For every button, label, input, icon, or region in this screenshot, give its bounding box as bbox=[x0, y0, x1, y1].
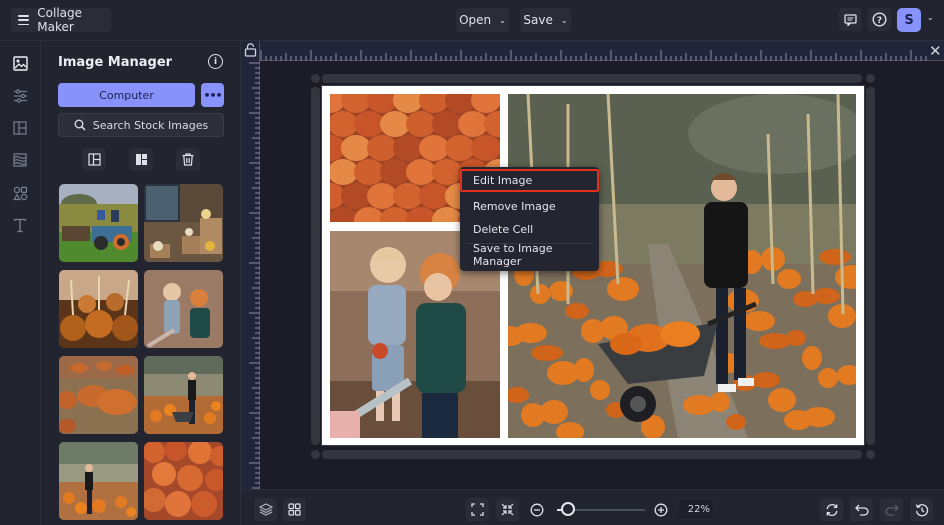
app-menu-button[interactable]: Collage Maker bbox=[11, 6, 111, 34]
search-label: Search Stock Images bbox=[92, 118, 209, 132]
svg-text:?: ? bbox=[877, 16, 882, 26]
menu-item-save-to-image-manager[interactable]: Save to Image Manager bbox=[460, 242, 599, 268]
zoom-level-field[interactable]: 22% bbox=[679, 500, 713, 518]
shrink-button[interactable] bbox=[496, 498, 519, 521]
menu-item-remove-image[interactable]: Remove Image bbox=[460, 195, 599, 218]
corner-handle[interactable] bbox=[311, 450, 320, 459]
corner-handle[interactable] bbox=[866, 450, 875, 459]
trash-icon bbox=[182, 153, 194, 166]
resize-handle-left[interactable] bbox=[311, 87, 320, 445]
history-button[interactable] bbox=[910, 498, 933, 521]
thumbnail-large-pumpkins[interactable] bbox=[59, 356, 138, 434]
sliders-icon[interactable] bbox=[11, 87, 29, 105]
resize-handle-bottom[interactable] bbox=[322, 450, 862, 459]
expand-icon bbox=[471, 503, 484, 516]
app-title: Collage Maker bbox=[37, 6, 83, 34]
autofill-button[interactable] bbox=[82, 148, 106, 171]
tool-rail bbox=[0, 41, 41, 525]
help-button[interactable]: ? bbox=[868, 8, 891, 31]
thumbnail-caramel-apples[interactable] bbox=[59, 270, 138, 348]
open-label: Open bbox=[459, 13, 492, 27]
feedback-icon bbox=[844, 13, 857, 26]
chevron-down-icon: ⌄ bbox=[499, 15, 506, 25]
help-icon: ? bbox=[872, 12, 887, 27]
undo-icon bbox=[854, 504, 869, 516]
save-button[interactable]: Save ⌄ bbox=[520, 8, 571, 32]
layout-icon[interactable] bbox=[11, 119, 29, 137]
resize-handle-right[interactable] bbox=[866, 87, 875, 445]
thumbnail-pumpkin-pile[interactable] bbox=[144, 442, 223, 520]
layout-fill-button[interactable] bbox=[129, 148, 153, 171]
zoom-out-button[interactable] bbox=[525, 498, 548, 521]
context-menu: Edit Image Remove Image Delete Cell Save… bbox=[460, 167, 599, 271]
chevron-down-icon: ⌄ bbox=[560, 15, 568, 25]
background-pattern-icon[interactable] bbox=[11, 151, 29, 169]
thumbnail-man-path[interactable] bbox=[59, 442, 138, 520]
grid-button[interactable] bbox=[283, 498, 306, 521]
redo-button[interactable] bbox=[880, 498, 903, 521]
thumbnail-wheelbarrow[interactable] bbox=[144, 356, 223, 434]
thumbnail-crates[interactable] bbox=[144, 184, 223, 262]
text-icon[interactable] bbox=[11, 216, 29, 234]
image-icon[interactable] bbox=[11, 54, 29, 72]
corner-handle[interactable] bbox=[866, 74, 875, 83]
panel-title: Image Manager bbox=[58, 55, 173, 70]
ruler-horizontal bbox=[241, 41, 944, 61]
layers-icon bbox=[258, 503, 273, 516]
collapse-icon bbox=[501, 503, 514, 516]
info-icon[interactable]: i bbox=[208, 54, 223, 69]
feedback-button[interactable] bbox=[839, 8, 862, 31]
zoom-in-icon bbox=[654, 503, 667, 516]
save-label: Save bbox=[523, 13, 553, 27]
avatar-initial: S bbox=[904, 12, 914, 28]
fit-screen-button[interactable] bbox=[466, 498, 489, 521]
redo-icon bbox=[884, 504, 899, 516]
thumbnail-tractor[interactable] bbox=[59, 184, 138, 262]
layers-button[interactable] bbox=[254, 498, 277, 521]
grid-icon bbox=[288, 503, 301, 516]
zoom-in-button[interactable] bbox=[649, 498, 672, 521]
undo-button[interactable] bbox=[850, 498, 873, 521]
zoom-out-icon bbox=[530, 503, 543, 516]
chevron-down-icon[interactable]: ⌄ bbox=[927, 13, 934, 22]
refresh-icon bbox=[826, 503, 837, 516]
shapes-icon[interactable] bbox=[11, 184, 29, 202]
search-icon bbox=[74, 119, 86, 131]
search-stock-images-button[interactable]: Search Stock Images bbox=[58, 113, 224, 137]
resize-handle-top[interactable] bbox=[322, 74, 862, 83]
thumbnail-kids[interactable] bbox=[144, 270, 223, 348]
delete-all-button[interactable] bbox=[176, 148, 200, 171]
history-icon bbox=[915, 503, 928, 516]
open-button[interactable]: Open ⌄ bbox=[456, 8, 509, 32]
corner-handle[interactable] bbox=[311, 74, 320, 83]
lock-icon[interactable] bbox=[244, 43, 257, 57]
close-icon[interactable]: ✕ bbox=[929, 42, 942, 60]
autofill-icon bbox=[87, 153, 101, 166]
ruler-vertical bbox=[241, 41, 260, 489]
swap-button[interactable] bbox=[820, 498, 843, 521]
menu-item-edit-image[interactable]: Edit Image bbox=[460, 169, 599, 192]
menu-item-delete-cell[interactable]: Delete Cell bbox=[460, 218, 599, 241]
upload-computer-button[interactable]: Computer bbox=[58, 83, 195, 107]
avatar[interactable]: S bbox=[897, 8, 921, 32]
more-options-button[interactable]: ••• bbox=[201, 83, 224, 107]
zoom-slider-knob[interactable] bbox=[560, 502, 575, 516]
layout-fill-icon bbox=[135, 154, 147, 165]
hamburger-icon bbox=[18, 15, 30, 25]
